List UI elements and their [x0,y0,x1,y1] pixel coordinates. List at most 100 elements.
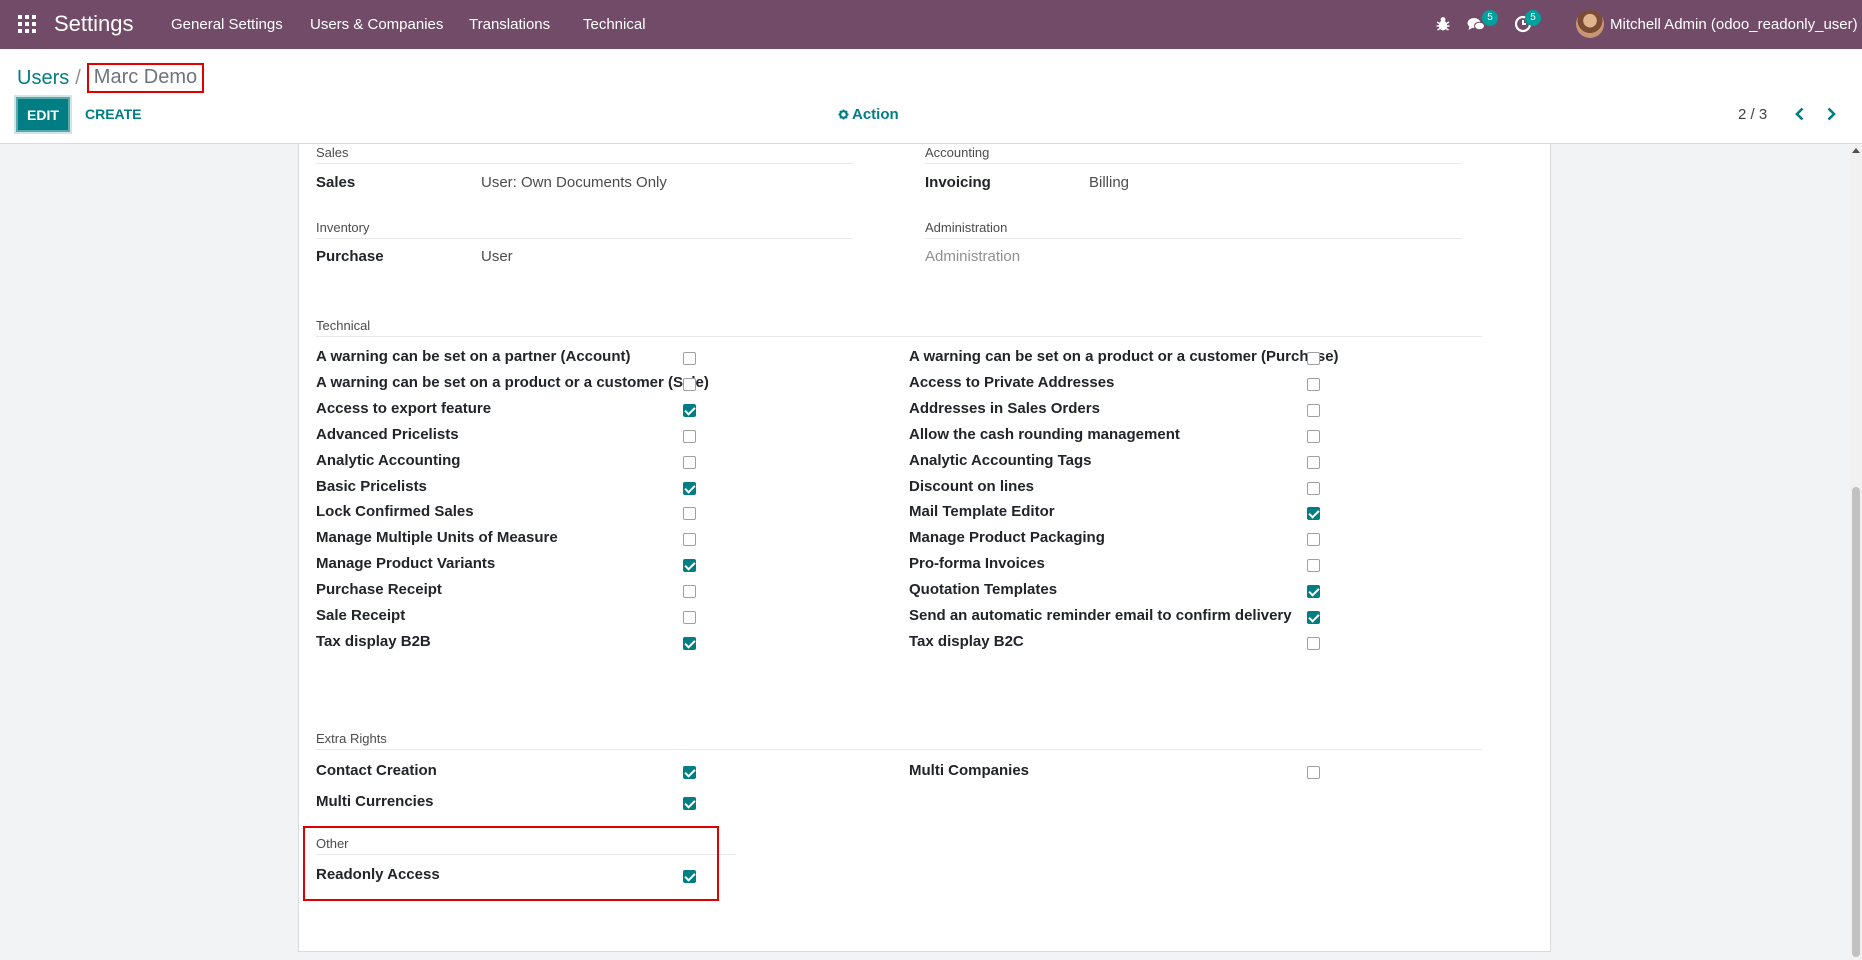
group-divider [316,238,853,239]
field-label-purchase: Purchase [316,248,384,265]
control-panel: Users / Marc Demo EDIT CREATE Action 2 /… [0,49,1862,144]
group-divider [316,336,1482,337]
checkbox-addresses-in-sales-orders[interactable] [1307,403,1320,417]
group-divider [925,163,1462,164]
scroll-up-arrow-icon[interactable] [1852,148,1860,153]
group-divider [925,238,1462,239]
debug-bug-icon[interactable] [1433,14,1453,34]
edit-button[interactable]: EDIT [16,97,70,132]
breadcrumb-current-record: Marc Demo [86,63,205,93]
checkbox-label-manage-multiple-units-of-measure: Manage Multiple Units of Measure [316,529,558,547]
checkbox-label-pro-forma-invoices: Pro-forma Invoices [909,555,1045,573]
group-title-accounting: Accounting [925,145,990,160]
checkbox-label-addresses-in-sales-orders: Addresses in Sales Orders [909,399,1100,417]
checkbox-label-discount-on-lines: Discount on lines [909,477,1035,495]
checkbox-label-allow-the-cash-rounding-management: Allow the cash rounding management [909,425,1180,443]
group-divider [316,749,1482,750]
checkbox-label-send-an-automatic-reminder-email-to-confirm-delivery: Send an automatic reminder email to conf… [909,607,1292,624]
breadcrumb-separator: / [75,66,81,89]
gear-icon [838,109,849,120]
group-title-technical: Technical [316,318,371,333]
group-divider [316,163,853,164]
menu-translations[interactable]: Translations [469,16,550,33]
user-menu[interactable]: Mitchell Admin (odoo_readonly_user) [1610,16,1858,33]
checkbox-label-lock-confirmed-sales: Lock Confirmed Sales [316,503,474,521]
checkbox-a-warning-can-be-set-on-a-product-or-a-customer-purchase[interactable] [1307,352,1320,365]
checkbox-label-access-to-private-addresses: Access to Private Addresses [909,373,1115,391]
menu-technical[interactable]: Technical [583,16,646,33]
field-value-administration: Administration [925,248,1021,265]
field-value-invoicing: Billing [1089,174,1130,191]
field-label-invoicing: Invoicing [925,174,991,191]
checkbox-lock-confirmed-sales[interactable] [683,507,696,521]
breadcrumb-users-link[interactable]: Users [17,67,69,90]
checkbox-tax-display-b2b[interactable] [683,636,696,650]
checkbox-label-a-warning-can-be-set-on-a-product-or-a-customer-purchase: A warning can be set on a product or a c… [909,348,1339,365]
page-scrollbar[interactable] [1850,144,1862,960]
top-navbar: Settings General Settings Users & Compan… [0,0,1862,49]
checkbox-label-multi-currencies: Multi Currencies [316,793,434,810]
group-title-administration: Administration [925,220,1008,235]
checkbox-quotation-templates[interactable] [1307,585,1320,599]
create-button[interactable]: CREATE [85,106,142,122]
field-value-purchase: User [481,248,513,265]
checkbox-multi-currencies[interactable] [683,797,696,810]
scroll-thumb[interactable] [1852,487,1860,957]
pager-value[interactable]: 2 / 3 [1738,106,1767,123]
checkbox-a-warning-can-be-set-on-a-product-or-a-customer-sale[interactable] [683,377,696,391]
checkbox-label-quotation-templates: Quotation Templates [909,581,1058,599]
checkbox-multi-companies[interactable] [1307,766,1320,779]
checkbox-manage-product-packaging[interactable] [1307,533,1320,547]
checkbox-pro-forma-invoices[interactable] [1307,559,1320,573]
checkbox-purchase-receipt[interactable] [683,585,696,599]
checkbox-label-analytic-accounting-tags: Analytic Accounting Tags [909,451,1092,469]
checkbox-discount-on-lines[interactable] [1307,481,1320,495]
pager-next-icon[interactable] [1822,105,1840,123]
checkbox-label-access-to-export-feature: Access to export feature [316,399,492,417]
checkbox-label-a-warning-can-be-set-on-a-product-or-a-customer-sale: A warning can be set on a product or a c… [316,373,709,391]
checkbox-tax-display-b2c[interactable] [1307,636,1320,650]
messages-badge: 5 [1482,10,1498,26]
group-title-extra-rights: Extra Rights [316,731,387,746]
checkbox-access-to-private-addresses[interactable] [1307,377,1320,391]
checkbox-label-a-warning-can-be-set-on-a-partner-account: A warning can be set on a partner (Accou… [316,348,631,365]
checkbox-manage-product-variants[interactable] [683,559,696,573]
field-value-sales: User: Own Documents Only [481,174,667,191]
field-label-sales: Sales [316,174,356,191]
checkbox-analytic-accounting[interactable] [683,455,696,469]
checkbox-allow-the-cash-rounding-management[interactable] [1307,429,1320,443]
action-label: Action [852,106,899,123]
checkbox-label-contact-creation: Contact Creation [316,762,437,779]
apps-menu-icon[interactable] [18,15,36,33]
pager-previous-icon[interactable] [1791,105,1809,123]
breadcrumb: Users / Marc Demo [17,63,205,93]
checkbox-label-purchase-receipt: Purchase Receipt [316,581,442,599]
checkbox-label-manage-product-packaging: Manage Product Packaging [909,529,1105,547]
checkbox-label-tax-display-b2c: Tax display B2C [909,632,1024,650]
app-brand[interactable]: Settings [54,11,134,37]
readonly-access-highlight [303,826,719,901]
checkbox-label-advanced-pricelists: Advanced Pricelists [316,425,459,443]
checkbox-mail-template-editor[interactable] [1307,507,1320,521]
checkbox-sale-receipt[interactable] [683,611,696,624]
checkbox-send-an-automatic-reminder-email-to-confirm-delivery[interactable] [1307,611,1320,624]
checkbox-manage-multiple-units-of-measure[interactable] [683,533,696,547]
menu-general-settings[interactable]: General Settings [171,16,283,33]
checkbox-label-manage-product-variants: Manage Product Variants [316,555,496,573]
user-avatar[interactable] [1576,10,1604,38]
checkbox-label-multi-companies: Multi Companies [909,762,1030,779]
checkbox-a-warning-can-be-set-on-a-partner-account[interactable] [683,352,696,365]
checkbox-access-to-export-feature[interactable] [683,403,696,417]
menu-users-companies[interactable]: Users & Companies [310,16,443,33]
checkbox-analytic-accounting-tags[interactable] [1307,455,1320,469]
activities-badge: 5 [1525,10,1541,26]
checkbox-advanced-pricelists[interactable] [683,429,696,443]
checkbox-contact-creation[interactable] [683,766,696,779]
checkbox-label-basic-pricelists: Basic Pricelists [316,477,427,495]
action-dropdown-button[interactable]: Action [838,106,899,123]
checkbox-label-mail-template-editor: Mail Template Editor [909,503,1055,521]
checkbox-label-tax-display-b2b: Tax display B2B [316,632,431,650]
checkbox-label-sale-receipt: Sale Receipt [316,607,406,624]
checkbox-basic-pricelists[interactable] [683,481,696,495]
group-title-inventory: Inventory [316,220,370,235]
